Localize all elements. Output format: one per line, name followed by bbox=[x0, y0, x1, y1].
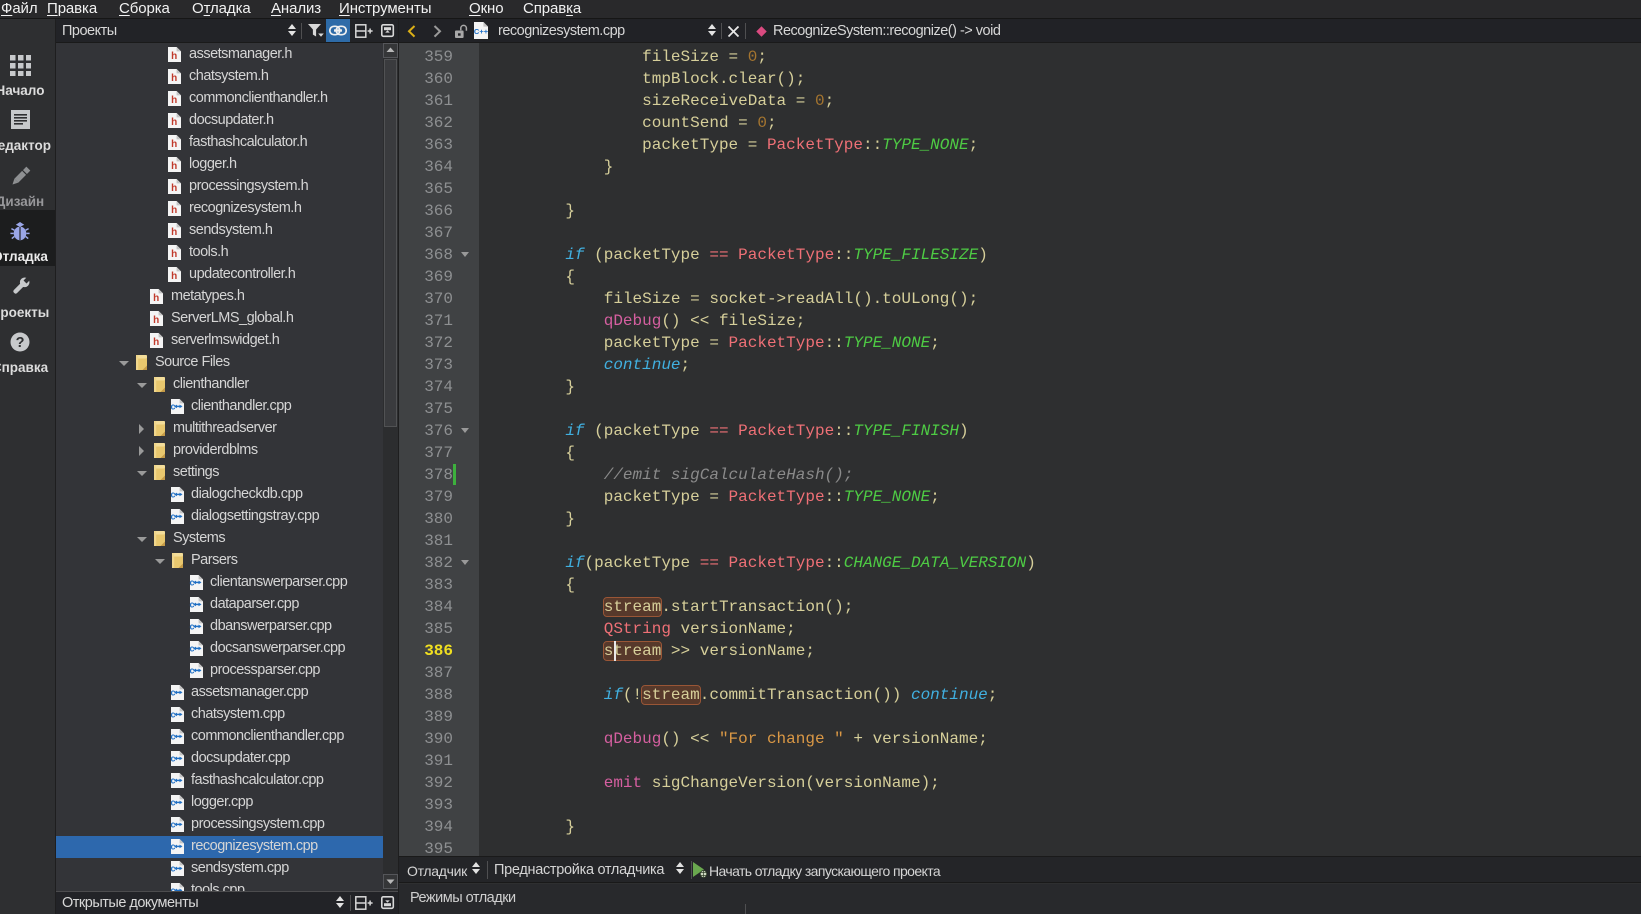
svg-text:C++: C++ bbox=[474, 27, 488, 36]
svg-text:h: h bbox=[153, 337, 159, 348]
svg-text:h: h bbox=[171, 139, 177, 150]
svg-text:h: h bbox=[171, 161, 177, 172]
svg-text:h: h bbox=[171, 73, 177, 84]
svg-text:?: ? bbox=[16, 335, 25, 351]
svg-text:h: h bbox=[171, 205, 177, 216]
svg-text:h: h bbox=[153, 315, 159, 326]
svg-text:h: h bbox=[171, 183, 177, 194]
svg-text:h: h bbox=[171, 227, 177, 238]
svg-text:h: h bbox=[171, 271, 177, 282]
svg-text:h: h bbox=[171, 51, 177, 62]
svg-text:h: h bbox=[171, 249, 177, 260]
svg-text:h: h bbox=[153, 293, 159, 304]
svg-text:h: h bbox=[171, 117, 177, 128]
svg-text:h: h bbox=[171, 95, 177, 106]
